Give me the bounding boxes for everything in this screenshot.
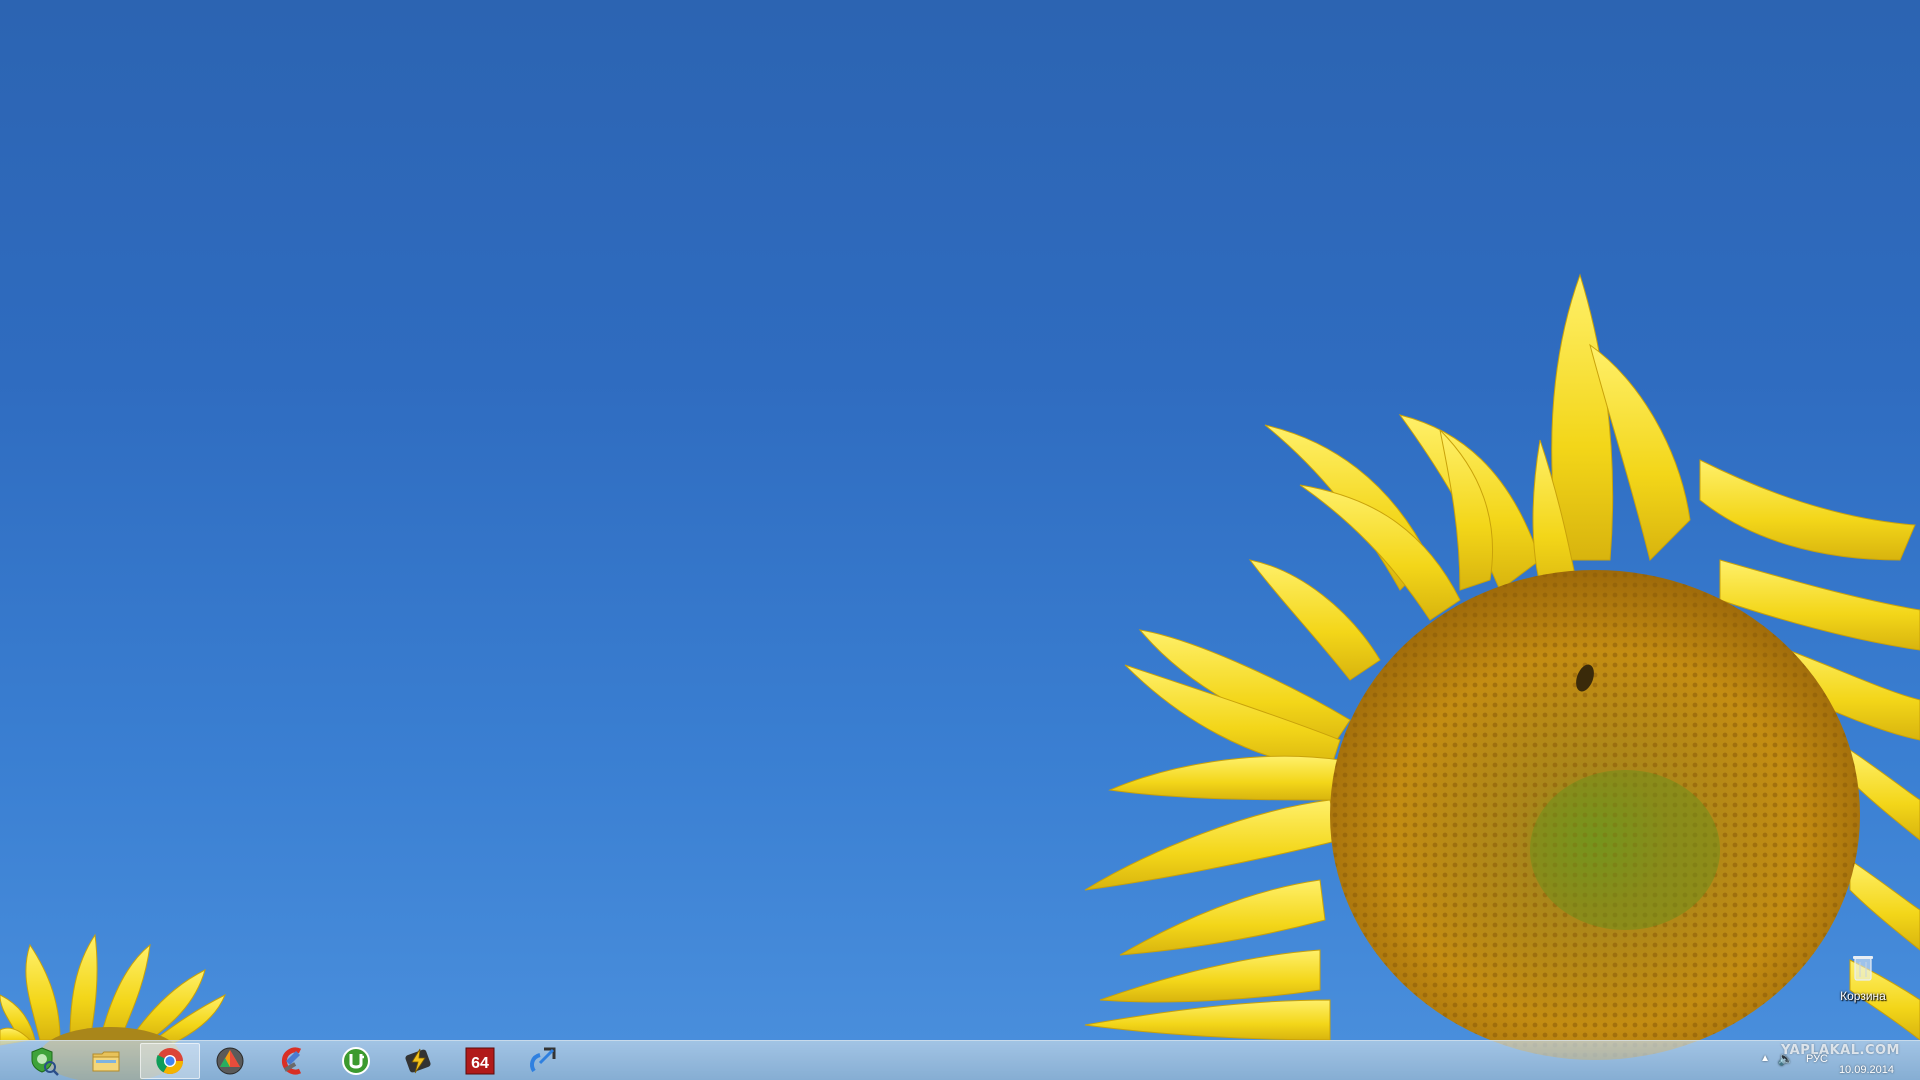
taskbar-button-file-explorer[interactable]	[76, 1043, 136, 1079]
ccleaner-icon	[281, 1047, 302, 1075]
taskbar-button-winamp[interactable]	[388, 1043, 448, 1079]
taskbar-button-utorrent[interactable]	[326, 1043, 386, 1079]
taskbar[interactable]: 64 YAPLAKAL.COM ▲ 🔈 РУС 10.09.2014	[0, 1040, 1920, 1080]
aida64-icon: 64	[465, 1047, 495, 1075]
taskbar-button-aida64[interactable]: 64	[450, 1043, 510, 1079]
taskbar-button-app-arrow[interactable]	[512, 1043, 572, 1079]
utorrent-icon	[342, 1047, 370, 1075]
shield-magnifier-icon	[31, 1047, 59, 1076]
recycle-bin-label: Корзина	[1840, 989, 1886, 1003]
taskbar-button-chrome[interactable]	[140, 1043, 200, 1079]
clock-date[interactable]: 10.09.2014	[1839, 1064, 1894, 1076]
recycle-bin-shortcut[interactable]: Корзина	[1832, 952, 1894, 1014]
recycle-bin-icon	[1853, 956, 1873, 981]
winamp-lightning-icon	[405, 1048, 431, 1074]
watermark-text: YAPLAKAL.COM	[1781, 1043, 1900, 1058]
volume-icon[interactable]: 🔈	[1778, 1051, 1794, 1067]
language-indicator[interactable]: РУС	[1806, 1053, 1828, 1065]
media-player-icon	[216, 1047, 244, 1075]
folder-icon	[92, 1051, 120, 1072]
chrome-icon	[156, 1048, 184, 1075]
desktop[interactable]: Корзина 64 YAPLAKAL.COM ▲ 🔈 РУС 10.09.20…	[0, 0, 1920, 1080]
taskbar-button-media-player[interactable]	[200, 1043, 260, 1079]
taskbar-button-ccleaner[interactable]	[264, 1043, 324, 1079]
aida64-label: 64	[471, 1055, 489, 1072]
system-tray: YAPLAKAL.COM ▲ 🔈 РУС 10.09.2014	[1720, 1041, 1920, 1080]
show-hidden-icons-icon[interactable]: ▲	[1760, 1053, 1770, 1064]
taskbar-button-security-app[interactable]	[14, 1043, 74, 1079]
sunflower-wallpaper	[0, 273, 1920, 1080]
arrow-app-icon	[530, 1047, 556, 1073]
